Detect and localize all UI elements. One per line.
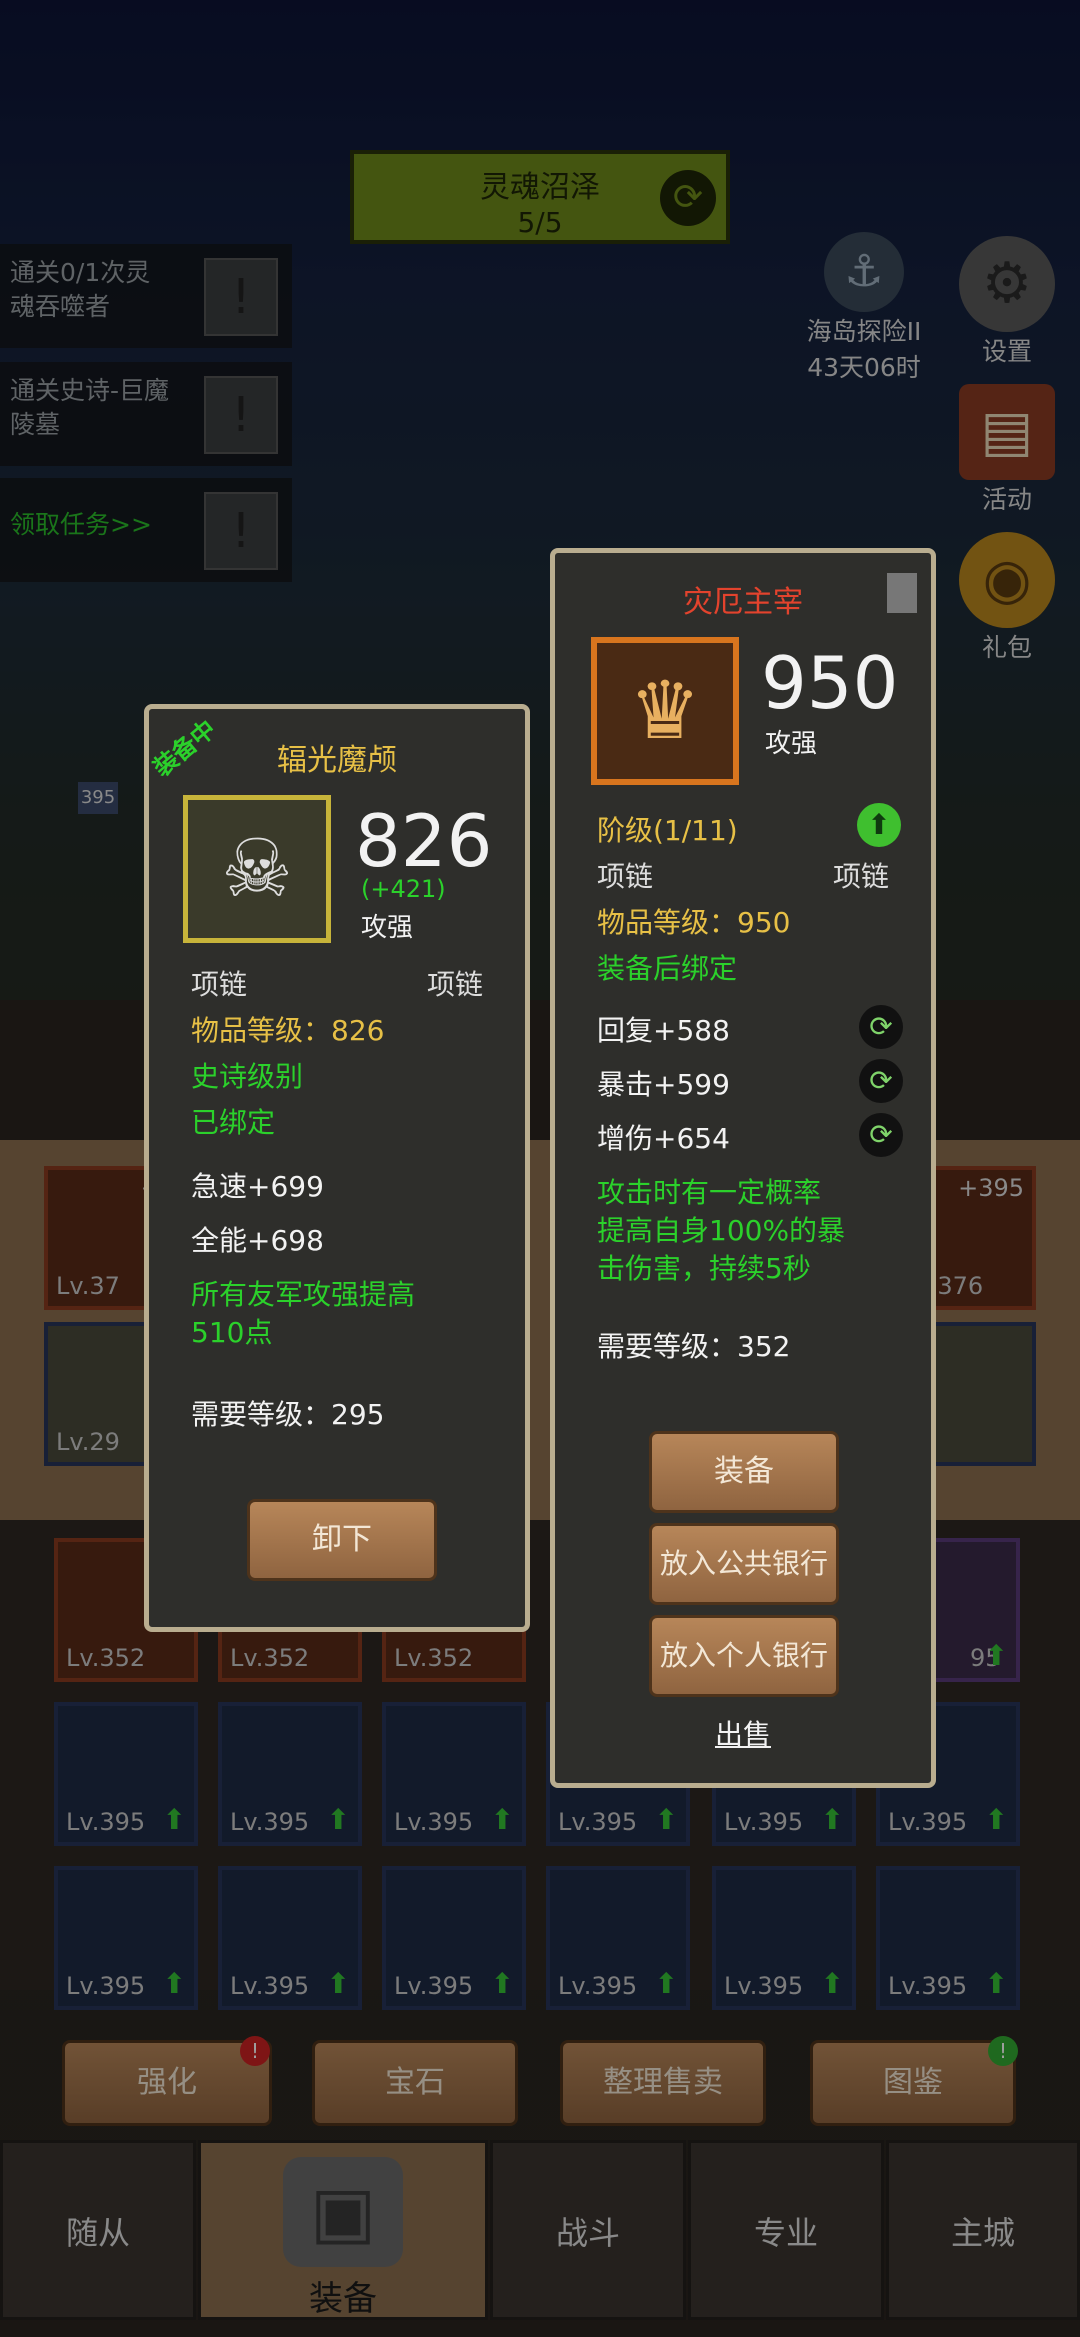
stat-versatility: 全能+698 [191, 1224, 324, 1257]
effect-text: 击伤害，持续5秒 [597, 1252, 811, 1285]
personal-bank-button[interactable]: 放入个人银行 [649, 1615, 839, 1697]
effect-text: 提高自身100%的暴 [597, 1214, 846, 1247]
stat-haste: 急速+699 [191, 1170, 324, 1203]
helmet-icon: ♛ [591, 637, 739, 785]
tier-level: 阶级(1/11) [597, 814, 738, 847]
slot-type: 项链 [191, 968, 248, 1001]
slot-type: 项链 [832, 860, 889, 893]
power-delta: (+421) [361, 875, 446, 903]
public-bank-button[interactable]: 放入公共银行 [649, 1523, 839, 1605]
bind-status: 已绑定 [191, 1106, 276, 1139]
equip-label: 装备 [714, 1454, 774, 1489]
power-label: 攻强 [765, 729, 818, 759]
personal-bank-label: 放入个人银行 [659, 1639, 828, 1672]
slot-type: 项链 [426, 968, 483, 1001]
stat-recovery: 回复+588 [597, 1014, 730, 1047]
item-name: 灾厄主宰 [683, 585, 803, 620]
public-bank-label: 放入公共银行 [659, 1547, 828, 1580]
required-level: 需要等级：352 [597, 1330, 791, 1363]
unequip-label: 卸下 [312, 1522, 372, 1557]
upgrade-arrow-icon[interactable]: ⬆ [857, 803, 901, 847]
stat-crit: 暴击+599 [597, 1068, 730, 1101]
rarity: 史诗级别 [191, 1060, 304, 1093]
item-power: 950 [761, 641, 899, 725]
reroll-icon[interactable]: ⟳ [859, 1005, 903, 1049]
item-level: 物品等级：826 [191, 1014, 385, 1047]
item-level: 物品等级：950 [597, 906, 791, 939]
slot-type: 项链 [597, 860, 654, 893]
effect-text: 攻击时有一定概率 [597, 1176, 822, 1209]
item-power: 826 [355, 799, 493, 883]
unequip-button[interactable]: 卸下 [247, 1499, 437, 1581]
effect-text: 510点 [191, 1316, 273, 1349]
bind-status: 装备后绑定 [597, 952, 738, 985]
reroll-icon[interactable]: ⟳ [859, 1059, 903, 1103]
skull-icon: ☠ [183, 795, 331, 943]
equip-button[interactable]: 装备 [649, 1431, 839, 1513]
equipped-item-card: 装备中 辐光魔颅 ☠ 826 (+421) 攻强 项链 项链 物品等级：826 … [144, 704, 530, 1632]
stat-damage-boost: 增伤+654 [597, 1122, 730, 1155]
required-level: 需要等级：295 [191, 1398, 385, 1431]
power-label: 攻强 [361, 913, 414, 943]
effect-text: 所有友军攻强提高 [191, 1278, 416, 1311]
reroll-icon[interactable]: ⟳ [859, 1113, 903, 1157]
lock-icon[interactable] [887, 573, 917, 613]
compare-item-card: 灾厄主宰 ♛ 950 攻强 阶级(1/11) ⬆ 项链 项链 物品等级：950 … [550, 548, 936, 1788]
sell-link[interactable]: 出售 [555, 1713, 931, 1753]
